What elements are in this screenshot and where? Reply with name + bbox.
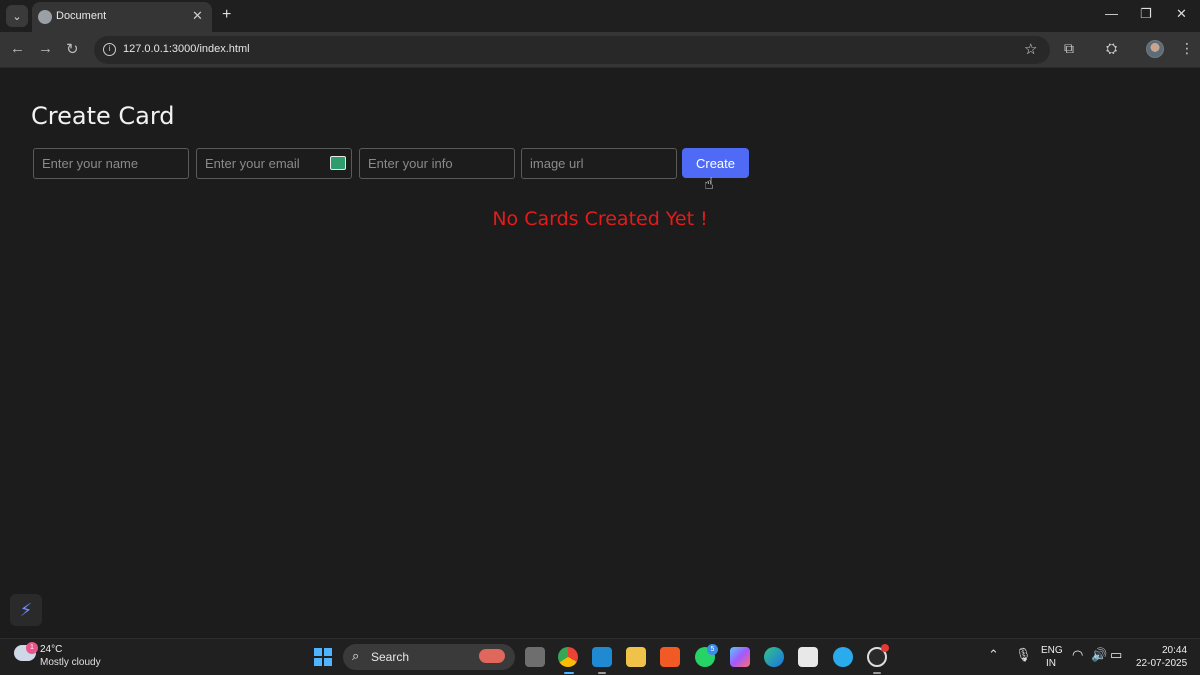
window-close-icon[interactable]: ✕ <box>1176 6 1187 22</box>
info-input[interactable] <box>359 148 515 179</box>
search-label: Search <box>371 650 410 664</box>
autofill-icon[interactable] <box>330 156 346 170</box>
hand-cursor-icon: ☝ <box>704 176 714 193</box>
create-button[interactable]: Create <box>682 148 749 178</box>
browser-toolbar: ← → ↻ i 127.0.0.1:3000/index.html ☆ ⧉ ⛭ … <box>0 32 1200 68</box>
globe-icon <box>38 10 52 24</box>
tab-search-button[interactable]: ⌄ <box>6 5 28 27</box>
language-indicator[interactable]: ENG <box>1041 645 1063 656</box>
reload-icon[interactable]: ↻ <box>66 40 79 58</box>
minimize-icon[interactable]: — <box>1105 6 1118 21</box>
weather-badge: 1 <box>26 642 38 654</box>
menu-dots-icon[interactable]: ⋮ <box>1180 40 1194 57</box>
whatsapp-badge: 5 <box>707 644 718 655</box>
chrome-icon[interactable] <box>558 647 578 667</box>
temperature[interactable]: 24°C <box>40 644 62 655</box>
microphone-icon[interactable]: 🎙 <box>1015 647 1032 663</box>
profile-avatar[interactable] <box>1146 40 1164 58</box>
clock-time[interactable]: 20:44 <box>1162 645 1187 656</box>
brave-icon[interactable] <box>660 647 680 667</box>
page-content: Create Card Create ☝ No Cards Created Ye… <box>0 68 1200 638</box>
chevron-down-icon: ⌄ <box>12 10 22 23</box>
chevron-up-icon[interactable]: ⌃ <box>988 647 999 663</box>
recording-dot <box>881 644 889 652</box>
weather-description[interactable]: Mostly cloudy <box>40 657 101 668</box>
task-view-icon[interactable] <box>525 647 545 667</box>
chrome-active-indicator <box>564 672 574 674</box>
site-info-icon[interactable]: i <box>103 43 116 56</box>
email-input[interactable] <box>196 148 352 179</box>
url-text[interactable]: 127.0.0.1:3000/index.html <box>123 43 250 55</box>
windows-start-icon[interactable] <box>314 648 332 666</box>
image-url-input[interactable] <box>521 148 677 179</box>
vscode-icon[interactable] <box>592 647 612 667</box>
edge-icon[interactable] <box>764 647 784 667</box>
browser-tab[interactable]: Document ✕ <box>32 2 212 32</box>
volume-icon[interactable]: 🔊 <box>1091 647 1107 663</box>
search-highlight-icon <box>479 649 505 663</box>
extensions-icon[interactable]: ⧉ <box>1064 40 1074 57</box>
copilot-icon[interactable] <box>730 647 750 667</box>
floating-app-icon[interactable]: ⚡ <box>10 594 42 626</box>
battery-icon[interactable]: ▭ <box>1110 647 1122 663</box>
address-bar[interactable]: i 127.0.0.1:3000/index.html ☆ <box>94 36 1050 64</box>
tab-title: Document <box>56 10 107 22</box>
new-tab-icon[interactable]: + <box>222 6 231 24</box>
wifi-icon[interactable]: ◠ <box>1072 647 1083 663</box>
region-indicator[interactable]: IN <box>1046 658 1056 669</box>
obs-indicator <box>873 672 881 674</box>
empty-state-message: No Cards Created Yet ! <box>492 208 708 230</box>
telegram-icon[interactable] <box>833 647 853 667</box>
vscode-indicator <box>598 672 606 674</box>
taskbar: 1 24°C Mostly cloudy ⌕ Search 5 ⌃ 🎙 ENG … <box>0 638 1200 675</box>
close-tab-icon[interactable]: ✕ <box>192 8 203 24</box>
microsoft-store-icon[interactable] <box>798 647 818 667</box>
file-explorer-icon[interactable] <box>626 647 646 667</box>
restore-icon[interactable]: ❐ <box>1140 6 1152 22</box>
forward-icon[interactable]: → <box>38 40 53 57</box>
taskbar-search[interactable]: ⌕ Search <box>343 644 515 670</box>
name-input[interactable] <box>33 148 189 179</box>
clock-date[interactable]: 22-07-2025 <box>1136 658 1187 669</box>
bookmark-star-icon[interactable]: ☆ <box>1024 40 1037 58</box>
page-title: Create Card <box>31 102 175 130</box>
search-icon: ⌕ <box>352 648 360 663</box>
tab-strip: ⌄ Document ✕ + — ❐ ✕ <box>0 0 1200 32</box>
incognito-icon[interactable]: ⛭ <box>1106 40 1117 57</box>
back-icon[interactable]: ← <box>10 40 25 57</box>
